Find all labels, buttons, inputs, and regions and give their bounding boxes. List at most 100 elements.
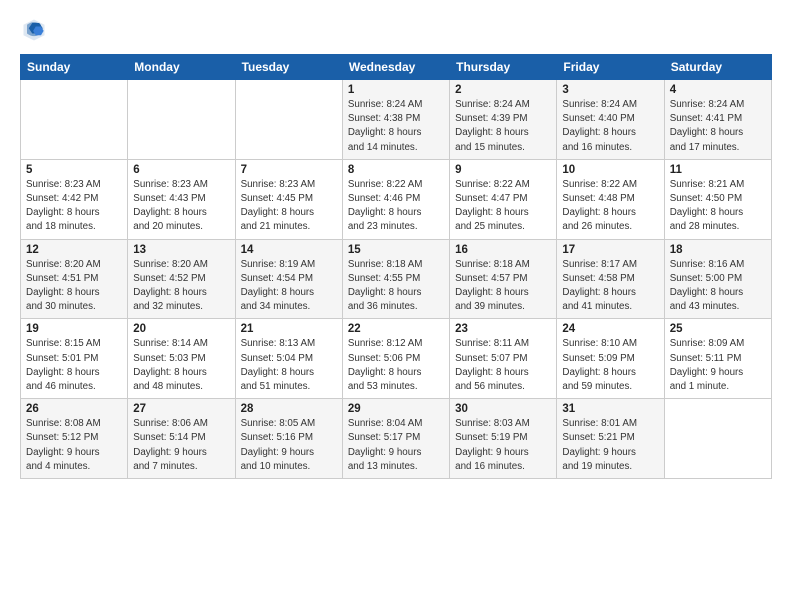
day-number: 11 — [670, 164, 766, 176]
day-number: 9 — [455, 164, 551, 176]
calendar-week-row: 5 Sunrise: 8:23 AM Sunset: 4:42 PM Daylig… — [21, 159, 772, 239]
day-number: 10 — [562, 164, 658, 176]
day-info: Sunrise: 8:23 AM Sunset: 4:42 PM Dayligh… — [26, 178, 122, 235]
calendar-cell — [128, 80, 235, 160]
day-info: Sunrise: 8:21 AM Sunset: 4:50 PM Dayligh… — [670, 178, 766, 235]
day-number: 8 — [348, 164, 444, 176]
calendar-cell: 2 Sunrise: 8:24 AM Sunset: 4:39 PM Daylig… — [450, 80, 557, 160]
weekday-header-friday: Friday — [557, 55, 664, 80]
day-number: 31 — [562, 403, 658, 415]
day-number: 18 — [670, 244, 766, 256]
day-info: Sunrise: 8:17 AM Sunset: 4:58 PM Dayligh… — [562, 258, 658, 315]
day-info: Sunrise: 8:13 AM Sunset: 5:04 PM Dayligh… — [241, 337, 337, 394]
calendar-cell: 13Sunrise: 8:20 AM Sunset: 4:52 PM Dayli… — [128, 239, 235, 319]
calendar-cell: 19 Sunrise: 8:15 AM Sunset: 5:01 PM Dayli… — [21, 319, 128, 399]
calendar-cell: 20 Sunrise: 8:14 AM Sunset: 5:03 PM Dayli… — [128, 319, 235, 399]
calendar-cell: 29 Sunrise: 8:04 AM Sunset: 5:17 PM Dayli… — [342, 399, 449, 479]
calendar-cell — [21, 80, 128, 160]
calendar-week-row: 1 Sunrise: 8:24 AM Sunset: 4:38 PM Daylig… — [21, 80, 772, 160]
calendar-cell: 9 Sunrise: 8:22 AM Sunset: 4:47 PM Daylig… — [450, 159, 557, 239]
day-number: 26 — [26, 403, 122, 415]
day-info: Sunrise: 8:11 AM Sunset: 5:07 PM Dayligh… — [455, 337, 551, 394]
calendar-cell: 24 Sunrise: 8:10 AM Sunset: 5:09 PM Dayli… — [557, 319, 664, 399]
day-number: 24 — [562, 323, 658, 335]
day-info: Sunrise: 8:15 AM Sunset: 5:01 PM Dayligh… — [26, 337, 122, 394]
calendar-week-row: 19 Sunrise: 8:15 AM Sunset: 5:01 PM Dayli… — [21, 319, 772, 399]
day-number: 1 — [348, 84, 444, 96]
day-info: Sunrise: 8:14 AM Sunset: 5:03 PM Dayligh… — [133, 337, 229, 394]
day-info: Sunrise: 8:24 AM Sunset: 4:40 PM Dayligh… — [562, 98, 658, 155]
calendar-cell: 5 Sunrise: 8:23 AM Sunset: 4:42 PM Daylig… — [21, 159, 128, 239]
day-info: Sunrise: 8:24 AM Sunset: 4:41 PM Dayligh… — [670, 98, 766, 155]
day-info: Sunrise: 8:09 AM Sunset: 5:11 PM Dayligh… — [670, 337, 766, 394]
day-number: 21 — [241, 323, 337, 335]
day-info: Sunrise: 8:01 AM Sunset: 5:21 PM Dayligh… — [562, 417, 658, 474]
calendar-week-row: 26 Sunrise: 8:08 AM Sunset: 5:12 PM Dayli… — [21, 399, 772, 479]
calendar-cell: 12Sunrise: 8:20 AM Sunset: 4:51 PM Dayli… — [21, 239, 128, 319]
calendar-body: 1 Sunrise: 8:24 AM Sunset: 4:38 PM Daylig… — [21, 80, 772, 479]
day-number: 12 — [26, 244, 122, 256]
calendar-cell: 16 Sunrise: 8:18 AM Sunset: 4:57 PM Dayli… — [450, 239, 557, 319]
logo-icon — [20, 16, 48, 44]
day-number: 16 — [455, 244, 551, 256]
day-number: 2 — [455, 84, 551, 96]
calendar-cell: 14 Sunrise: 8:19 AM Sunset: 4:54 PM Dayli… — [235, 239, 342, 319]
weekday-header-thursday: Thursday — [450, 55, 557, 80]
day-number: 27 — [133, 403, 229, 415]
calendar-cell: 27Sunrise: 8:06 AM Sunset: 5:14 PM Dayli… — [128, 399, 235, 479]
calendar-cell: 4Sunrise: 8:24 AM Sunset: 4:41 PM Daylig… — [664, 80, 771, 160]
day-number: 20 — [133, 323, 229, 335]
day-info: Sunrise: 8:20 AM Sunset: 4:52 PM Dayligh… — [133, 258, 229, 315]
weekday-header-tuesday: Tuesday — [235, 55, 342, 80]
calendar-cell: 25 Sunrise: 8:09 AM Sunset: 5:11 PM Dayli… — [664, 319, 771, 399]
header — [20, 16, 772, 44]
calendar-cell: 6Sunrise: 8:23 AM Sunset: 4:43 PM Daylig… — [128, 159, 235, 239]
logo — [20, 16, 52, 44]
calendar-cell: 7Sunrise: 8:23 AM Sunset: 4:45 PM Daylig… — [235, 159, 342, 239]
day-number: 6 — [133, 164, 229, 176]
day-number: 15 — [348, 244, 444, 256]
day-number: 17 — [562, 244, 658, 256]
day-number: 25 — [670, 323, 766, 335]
calendar-cell — [664, 399, 771, 479]
calendar-cell: 26 Sunrise: 8:08 AM Sunset: 5:12 PM Dayli… — [21, 399, 128, 479]
day-info: Sunrise: 8:10 AM Sunset: 5:09 PM Dayligh… — [562, 337, 658, 394]
day-number: 14 — [241, 244, 337, 256]
day-info: Sunrise: 8:22 AM Sunset: 4:46 PM Dayligh… — [348, 178, 444, 235]
calendar-cell: 18 Sunrise: 8:16 AM Sunset: 5:00 PM Dayli… — [664, 239, 771, 319]
calendar-cell: 3 Sunrise: 8:24 AM Sunset: 4:40 PM Daylig… — [557, 80, 664, 160]
page: SundayMondayTuesdayWednesdayThursdayFrid… — [0, 0, 792, 612]
day-number: 30 — [455, 403, 551, 415]
day-info: Sunrise: 8:04 AM Sunset: 5:17 PM Dayligh… — [348, 417, 444, 474]
day-info: Sunrise: 8:19 AM Sunset: 4:54 PM Dayligh… — [241, 258, 337, 315]
day-info: Sunrise: 8:18 AM Sunset: 4:55 PM Dayligh… — [348, 258, 444, 315]
day-number: 5 — [26, 164, 122, 176]
day-number: 23 — [455, 323, 551, 335]
day-info: Sunrise: 8:08 AM Sunset: 5:12 PM Dayligh… — [26, 417, 122, 474]
day-info: Sunrise: 8:23 AM Sunset: 4:45 PM Dayligh… — [241, 178, 337, 235]
calendar-cell: 28Sunrise: 8:05 AM Sunset: 5:16 PM Dayli… — [235, 399, 342, 479]
calendar-cell: 1 Sunrise: 8:24 AM Sunset: 4:38 PM Daylig… — [342, 80, 449, 160]
day-number: 29 — [348, 403, 444, 415]
calendar-cell: 31 Sunrise: 8:01 AM Sunset: 5:21 PM Dayli… — [557, 399, 664, 479]
calendar-cell: 23 Sunrise: 8:11 AM Sunset: 5:07 PM Dayli… — [450, 319, 557, 399]
day-info: Sunrise: 8:03 AM Sunset: 5:19 PM Dayligh… — [455, 417, 551, 474]
day-info: Sunrise: 8:12 AM Sunset: 5:06 PM Dayligh… — [348, 337, 444, 394]
day-info: Sunrise: 8:24 AM Sunset: 4:39 PM Dayligh… — [455, 98, 551, 155]
calendar-table: SundayMondayTuesdayWednesdayThursdayFrid… — [20, 54, 772, 479]
day-info: Sunrise: 8:16 AM Sunset: 5:00 PM Dayligh… — [670, 258, 766, 315]
day-info: Sunrise: 8:18 AM Sunset: 4:57 PM Dayligh… — [455, 258, 551, 315]
weekday-header-monday: Monday — [128, 55, 235, 80]
calendar-header: SundayMondayTuesdayWednesdayThursdayFrid… — [21, 55, 772, 80]
calendar-cell: 8 Sunrise: 8:22 AM Sunset: 4:46 PM Daylig… — [342, 159, 449, 239]
day-info: Sunrise: 8:22 AM Sunset: 4:47 PM Dayligh… — [455, 178, 551, 235]
calendar-cell: 30 Sunrise: 8:03 AM Sunset: 5:19 PM Dayli… — [450, 399, 557, 479]
day-number: 19 — [26, 323, 122, 335]
day-number: 3 — [562, 84, 658, 96]
calendar-cell: 15 Sunrise: 8:18 AM Sunset: 4:55 PM Dayli… — [342, 239, 449, 319]
day-info: Sunrise: 8:05 AM Sunset: 5:16 PM Dayligh… — [241, 417, 337, 474]
day-info: Sunrise: 8:24 AM Sunset: 4:38 PM Dayligh… — [348, 98, 444, 155]
weekday-header-saturday: Saturday — [664, 55, 771, 80]
weekday-header-sunday: Sunday — [21, 55, 128, 80]
calendar-cell: 17 Sunrise: 8:17 AM Sunset: 4:58 PM Dayli… — [557, 239, 664, 319]
